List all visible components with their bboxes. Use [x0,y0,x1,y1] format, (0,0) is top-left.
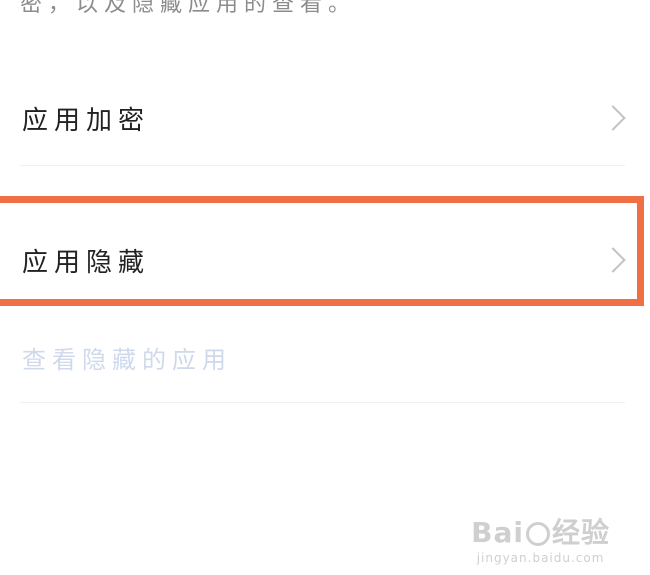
section-description: 密，以及隐藏应用的查看。 [20,0,357,17]
watermark-logo: Bai 经验 [471,511,610,551]
divider [20,402,625,403]
watermark-url: jingyan.baidu.com [476,551,605,565]
paw-icon [525,522,550,546]
baidu-jingyan-watermark: Bai 经验 jingyan.baidu.com [471,511,610,565]
divider [20,165,625,166]
app-encryption-label: 应用加密 [22,106,151,136]
settings-page: 密，以及隐藏应用的查看。 应用加密 应用隐藏 查看隐藏的应用 Bai 经验 jin… [0,0,650,575]
highlight-box [0,196,644,306]
watermark-brand-right: 经验 [551,516,610,549]
app-encryption-row[interactable]: 应用加密 [0,70,650,165]
chevron-right-icon [600,105,626,131]
watermark-brand-left: Bai [471,516,524,549]
view-hidden-apps-link[interactable]: 查看隐藏的应用 [22,340,232,375]
